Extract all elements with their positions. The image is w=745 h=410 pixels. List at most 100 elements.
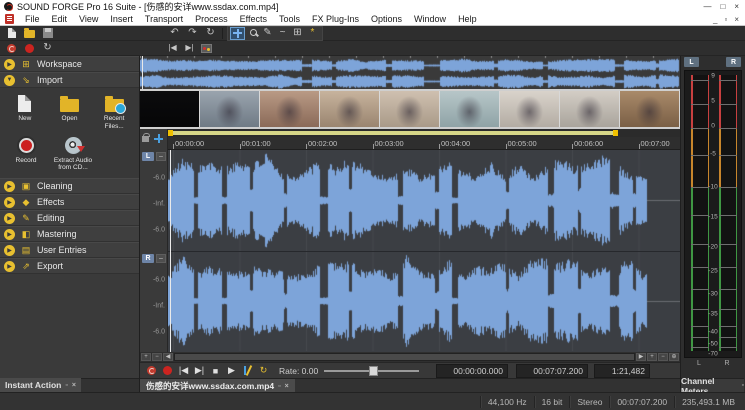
expand-arrow-icon[interactable]: ▶ bbox=[4, 213, 15, 224]
import-recent-files--button[interactable]: Recent Files... bbox=[95, 93, 133, 131]
channel-meters-title[interactable]: Channel Meters ▫ bbox=[681, 378, 744, 392]
video-strip[interactable] bbox=[140, 89, 680, 129]
record-button[interactable] bbox=[160, 364, 175, 377]
tab-document[interactable]: 伤感的安详www.ssdax.com.mp4 ▫ × bbox=[140, 379, 295, 393]
doc-tab-restore-icon[interactable]: ▫ bbox=[278, 383, 280, 390]
expand-arrow-icon[interactable]: ▼ bbox=[4, 75, 15, 86]
video-frame-5[interactable] bbox=[380, 91, 440, 127]
zoom-in-icon[interactable]: + bbox=[141, 353, 151, 361]
play-plugin-chain-button[interactable] bbox=[240, 364, 255, 377]
zoom-out-icon[interactable]: − bbox=[152, 353, 162, 361]
scrollbar-track[interactable] bbox=[174, 353, 635, 361]
open-file-icon[interactable] bbox=[22, 27, 37, 40]
sidebar-section-cleaning[interactable]: ▶▣Cleaning bbox=[0, 178, 139, 194]
menu-fx-plug-ins[interactable]: FX Plug-Ins bbox=[306, 14, 365, 24]
rate-slider[interactable] bbox=[324, 365, 419, 377]
doc-restore-icon[interactable]: ▫ bbox=[724, 15, 727, 24]
rate-slider-handle[interactable] bbox=[369, 366, 378, 376]
overview-bar[interactable] bbox=[140, 56, 680, 89]
save-file-icon[interactable] bbox=[40, 27, 55, 40]
expand-arrow-icon[interactable]: ▶ bbox=[4, 261, 15, 272]
maximize-icon[interactable]: □ bbox=[720, 2, 725, 11]
sidebar-section-workspace[interactable]: ▶⊞Workspace bbox=[0, 56, 139, 72]
meter-r-button[interactable]: R bbox=[726, 57, 741, 67]
edit-tool-icon[interactable] bbox=[230, 27, 245, 40]
expand-arrow-icon[interactable]: ▶ bbox=[4, 245, 15, 256]
time-ruler[interactable]: 00:00:0000:01:0000:02:0000:03:0000:04:00… bbox=[168, 137, 680, 150]
import-extract-audio-from-cd--button[interactable]: Extract Audio from CD... bbox=[53, 135, 93, 173]
video-frame-2[interactable] bbox=[200, 91, 260, 127]
scroll-right-icon[interactable]: ▶ bbox=[636, 353, 646, 361]
video-frame-8[interactable] bbox=[560, 91, 620, 127]
sidebar-section-export[interactable]: ▶⇗Export bbox=[0, 258, 139, 274]
channel-divider[interactable] bbox=[168, 251, 680, 252]
lock-icon[interactable] bbox=[142, 136, 149, 142]
doc-tab-close-icon[interactable]: × bbox=[285, 383, 289, 390]
sidebar-section-mastering[interactable]: ▶◧Mastering bbox=[0, 226, 139, 242]
video-frame-9[interactable] bbox=[620, 91, 680, 127]
import-new-button[interactable]: New bbox=[6, 93, 44, 131]
menu-window[interactable]: Window bbox=[408, 14, 452, 24]
loop-end-handle[interactable] bbox=[613, 130, 618, 136]
loop-start-handle[interactable] bbox=[168, 130, 173, 136]
doc-close-icon[interactable]: × bbox=[734, 15, 739, 24]
minimize-channel-icon[interactable]: – bbox=[156, 152, 166, 161]
play-button[interactable]: ▶ bbox=[224, 364, 239, 377]
sidebar-section-user-entries[interactable]: ▶▤User Entries bbox=[0, 242, 139, 258]
menu-process[interactable]: Process bbox=[189, 14, 234, 24]
scroll-left-icon[interactable]: ◀ bbox=[163, 353, 173, 361]
length-display[interactable]: 1:21,482 bbox=[594, 364, 650, 378]
new-file-icon[interactable] bbox=[4, 27, 19, 40]
repeat-icon[interactable]: ↻ bbox=[203, 27, 218, 40]
expand-arrow-icon[interactable]: ▶ bbox=[4, 197, 15, 208]
video-frame-7[interactable] bbox=[500, 91, 560, 127]
expand-arrow-icon[interactable]: ▶ bbox=[4, 59, 15, 70]
loop-region-row[interactable] bbox=[140, 129, 680, 137]
menu-help[interactable]: Help bbox=[452, 14, 483, 24]
video-frame-1[interactable] bbox=[140, 91, 200, 127]
go-to-end-icon[interactable]: ▶| bbox=[182, 42, 197, 55]
record-remote-icon[interactable] bbox=[4, 42, 19, 55]
marker-tool-icon[interactable] bbox=[199, 42, 214, 55]
menu-view[interactable]: View bbox=[73, 14, 104, 24]
cursor-time-display[interactable]: 00:00:00.000 bbox=[436, 364, 508, 378]
go-to-start-button[interactable]: |◀ bbox=[176, 364, 191, 377]
tab-instant-action[interactable]: Instant Action ▫ × bbox=[0, 378, 81, 392]
go-to-start-icon[interactable]: |◀ bbox=[165, 42, 180, 55]
float-window-icon[interactable]: ▫ bbox=[65, 382, 67, 389]
record-icon[interactable] bbox=[22, 42, 37, 55]
loop-region-bar[interactable] bbox=[170, 131, 615, 135]
menu-file[interactable]: File bbox=[19, 14, 46, 24]
envelope-tool-icon[interactable]: ~ bbox=[275, 27, 290, 40]
meters-float-icon[interactable]: ▫ bbox=[742, 382, 744, 389]
sidebar-section-editing[interactable]: ▶✎Editing bbox=[0, 210, 139, 226]
channel-r-button[interactable]: R bbox=[142, 254, 154, 263]
go-to-end-button[interactable]: ▶| bbox=[192, 364, 207, 377]
minimize-icon[interactable]: — bbox=[703, 2, 711, 11]
sidebar-section-import[interactable]: ▼⇘Import bbox=[0, 72, 139, 88]
loop-playback-button[interactable]: ↻ bbox=[256, 364, 271, 377]
expand-arrow-icon[interactable]: ▶ bbox=[4, 181, 15, 192]
record-remote-button[interactable] bbox=[144, 364, 159, 377]
video-frame-3[interactable] bbox=[260, 91, 320, 127]
expand-arrow-icon[interactable]: ▶ bbox=[4, 229, 15, 240]
redo-icon[interactable]: ↷ bbox=[185, 27, 200, 40]
meter-display[interactable]: 950-5-10-15-20-25-30-35-40-50-70 bbox=[684, 70, 742, 358]
video-frame-6[interactable] bbox=[440, 91, 500, 127]
pencil-tool-icon[interactable]: ✎ bbox=[260, 27, 275, 40]
loop-playback-icon[interactable]: ↻ bbox=[40, 42, 55, 55]
overview-waveform-canvas[interactable] bbox=[140, 56, 680, 89]
channel-l-button[interactable]: L bbox=[142, 152, 154, 161]
zoom-out-time-icon[interactable]: − bbox=[658, 353, 668, 361]
meter-l-button[interactable]: L bbox=[684, 57, 699, 67]
left-channel-canvas[interactable] bbox=[168, 150, 680, 251]
menu-transport[interactable]: Transport bbox=[139, 14, 189, 24]
zoom-in-time-icon[interactable]: + bbox=[647, 353, 657, 361]
event-tool-icon[interactable]: ⊞ bbox=[290, 27, 305, 40]
stop-button[interactable]: ■ bbox=[208, 364, 223, 377]
close-panel-icon[interactable]: × bbox=[72, 382, 76, 389]
right-channel-canvas[interactable] bbox=[168, 251, 680, 351]
menu-effects[interactable]: Effects bbox=[234, 14, 273, 24]
doc-minimize-icon[interactable]: _ bbox=[713, 15, 717, 24]
import-record-button[interactable]: Record bbox=[6, 135, 46, 173]
